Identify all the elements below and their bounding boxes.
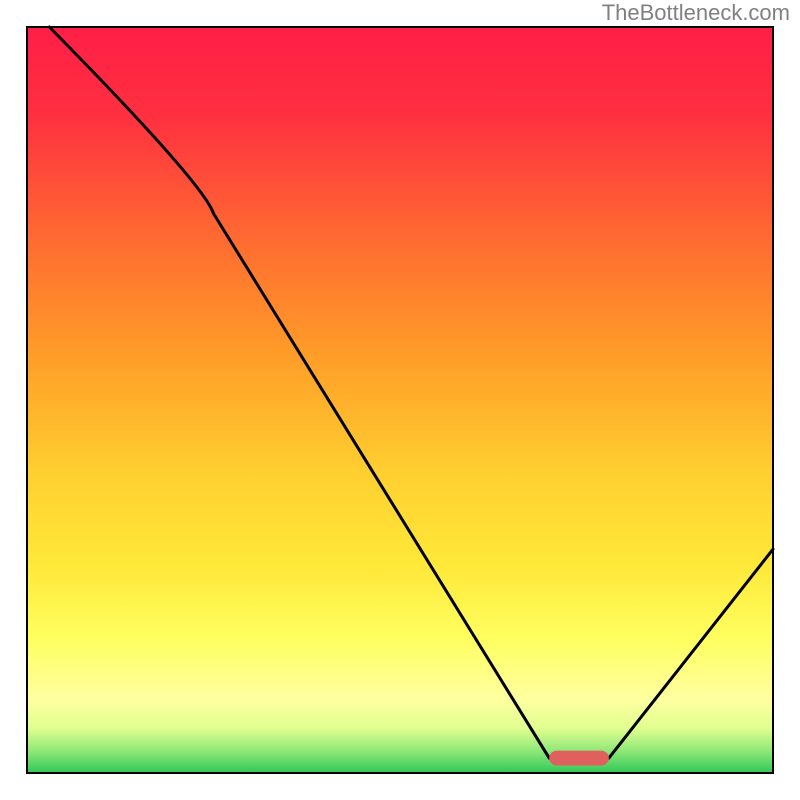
optimal-marker [549, 751, 609, 766]
watermark-text: TheBottleneck.com [602, 0, 790, 26]
plot-background [27, 27, 773, 773]
chart-svg [0, 0, 800, 800]
bottleneck-chart: TheBottleneck.com [0, 0, 800, 800]
